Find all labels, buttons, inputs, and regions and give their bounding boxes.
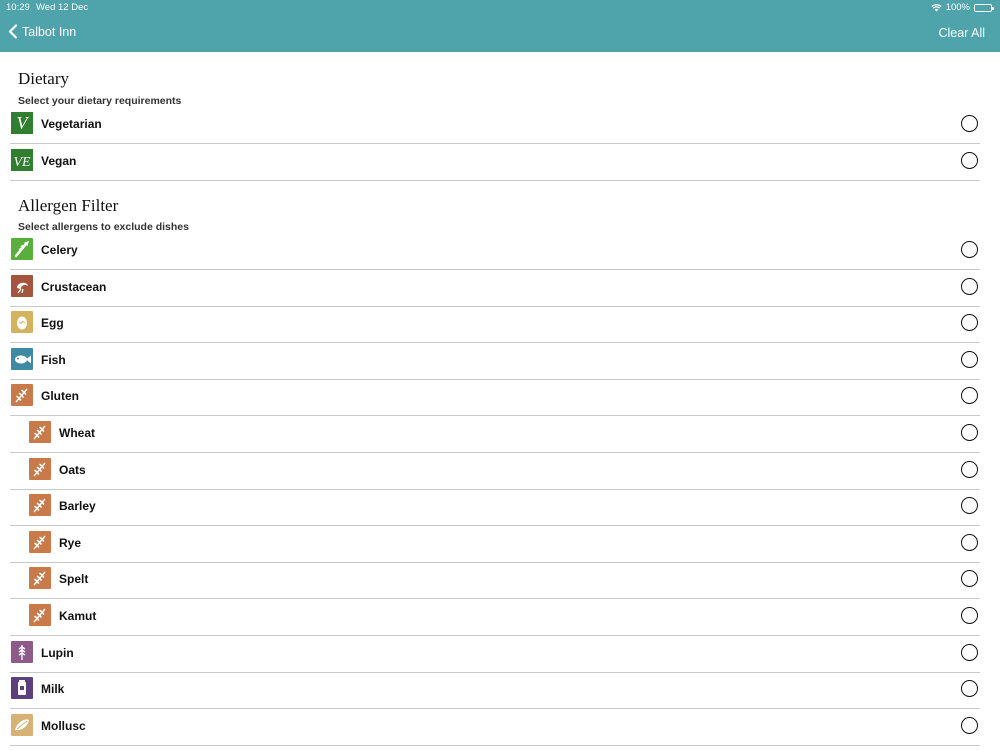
list-item-gluten[interactable]: Gluten [0,380,1000,417]
allergen-title: Allergen Filter [18,196,119,215]
chevron-left-icon [8,24,18,39]
lupin-icon [11,640,33,663]
svg-text:VE: VE [13,155,31,170]
vegan-icon: VE [11,149,33,171]
navigation-bar: 10:29 Wed 12 Dec 100% Talbot Inn Clear A… [0,0,1000,52]
item-label: Lupin [41,645,74,660]
radio-button[interactable] [961,570,978,588]
item-label: Gluten [41,389,79,404]
radio-button[interactable] [961,350,978,368]
radio-button[interactable] [961,497,978,515]
milk-icon [11,677,33,700]
item-label: Wheat [59,426,95,440]
status-right: 100% [931,2,994,13]
list-item-fish[interactable]: Fish [0,344,1000,380]
status-time: 10:29 [6,2,30,13]
item-label: Celery [41,243,78,257]
radio-button[interactable] [961,533,978,551]
radio-button[interactable] [961,115,978,132]
list-item-rye[interactable]: Rye [0,527,1000,563]
list-item-oats[interactable]: Oats [0,454,1000,490]
item-label: Egg [41,316,64,331]
list-item-barley[interactable]: Barley [0,490,1000,527]
list-item-spelt[interactable]: Spelt [0,563,1000,600]
radio-button[interactable] [961,241,978,258]
radio-button[interactable] [961,716,978,734]
radio-button[interactable] [961,387,978,405]
list-item-wheat[interactable]: Wheat [0,417,1000,453]
list-item-vegetarian[interactable]: V Vegetarian [0,108,1000,144]
list-item-celery[interactable]: Celery [0,234,1000,270]
list-item-kamut[interactable]: Kamut [0,600,1000,636]
vegetarian-icon: V [11,112,33,134]
dietary-title: Dietary [18,69,69,88]
kamut-icon [29,604,51,626]
back-label: Talbot Inn [22,24,77,39]
status-date: Wed 12 Dec [36,2,89,13]
clear-all-button[interactable]: Clear All [938,26,985,40]
battery-icon [974,3,994,12]
list-item-milk[interactable]: Milk [0,673,1000,710]
list-item-lupin[interactable]: Lupin [0,637,1000,673]
dietary-subtitle: Select your dietary requirements [18,95,182,107]
item-label: Fish [41,352,66,367]
rye-icon [29,530,51,553]
radio-button[interactable] [961,152,978,169]
battery-percent: 100% [945,2,970,13]
list-item-vegan[interactable]: VE Vegan [0,145,1000,181]
item-label: Mollusc [41,718,86,733]
item-label: Spelt [59,572,89,587]
radio-button[interactable] [961,277,978,295]
radio-button[interactable] [961,424,978,441]
back-button[interactable]: Talbot Inn [8,24,76,39]
item-label: Rye [59,535,82,550]
item-label: Barley [59,499,96,514]
egg-icon [11,311,33,334]
item-label: Milk [41,682,65,697]
list-item-egg[interactable]: Egg [0,307,1000,344]
list-item-mollusc[interactable]: Mollusc [0,710,1000,746]
wheat-icon [29,421,51,443]
item-label: Oats [59,462,86,477]
radio-button[interactable] [961,314,978,332]
spelt-icon [29,567,51,590]
item-label: Vegetarian [41,117,102,131]
radio-button[interactable] [961,643,978,661]
radio-button[interactable] [961,460,978,478]
row-divider [10,744,980,746]
crustacean-icon [11,274,33,297]
fish-icon [11,347,33,370]
wifi-icon [931,4,942,12]
celery-icon [11,238,33,260]
radio-button[interactable] [961,680,978,698]
row-divider [10,143,980,144]
item-label: Kamut [59,609,97,623]
oats-icon [29,457,51,480]
allergen-subtitle: Select allergens to exclude dishes [18,221,189,233]
mollusc-icon [11,713,33,736]
gluten-icon [11,384,33,407]
list-item-crustacean[interactable]: Crustacean [0,271,1000,307]
status-bar: 10:29 Wed 12 Dec 100% [0,0,1000,16]
barley-icon [29,494,51,517]
radio-button[interactable] [961,607,978,624]
item-label: Vegan [41,154,77,168]
row-divider [10,180,980,181]
item-label: Crustacean [41,279,107,294]
